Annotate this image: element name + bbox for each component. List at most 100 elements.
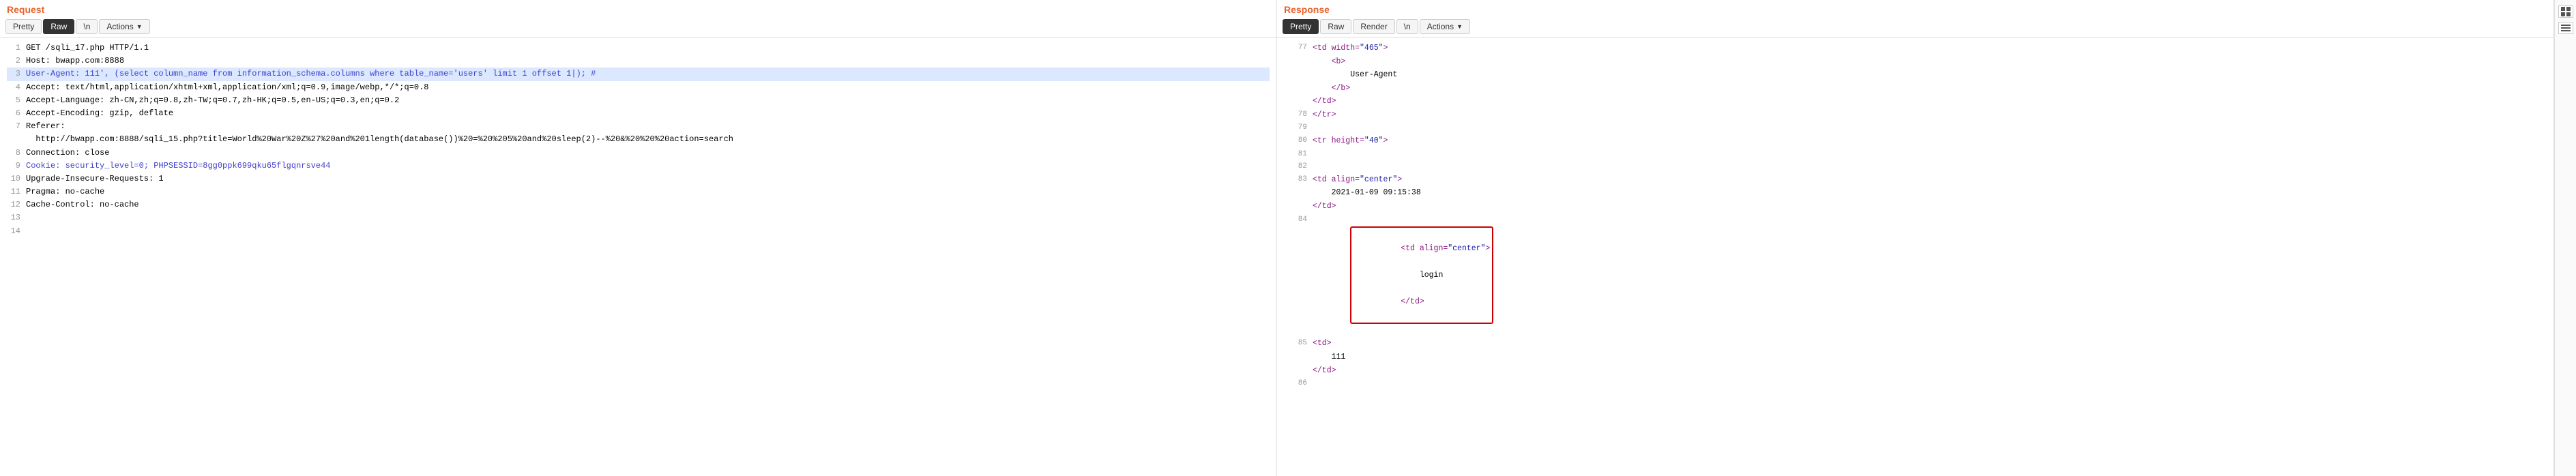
line-text: Accept: text/html,application/xhtml+xml,… bbox=[26, 81, 1270, 94]
line-num: 84 bbox=[1285, 213, 1307, 338]
line-num: 81 bbox=[1285, 148, 1307, 161]
line-text bbox=[26, 211, 1270, 224]
tab-raw[interactable]: Raw bbox=[43, 19, 74, 34]
line-content: </tr> bbox=[1313, 108, 2545, 122]
tab-pretty[interactable]: Pretty bbox=[5, 19, 42, 34]
resp-line-78: 78 </tr> bbox=[1284, 108, 2547, 122]
request-toolbar: Pretty Raw \n Actions ▼ bbox=[0, 16, 1276, 38]
line-3: 3 User-Agent: 111', (select column_name … bbox=[7, 68, 1270, 80]
line-num bbox=[1285, 200, 1307, 213]
tag-close: </td> bbox=[1401, 297, 1424, 306]
line-content: </td> bbox=[1313, 200, 2545, 213]
tab-newline[interactable]: \n bbox=[76, 19, 98, 34]
resp-line-77e: </td> bbox=[1284, 95, 2547, 108]
actions-button[interactable]: Actions ▼ bbox=[99, 19, 149, 34]
line-num: 11 bbox=[7, 185, 20, 198]
line-num: 77 bbox=[1285, 42, 1307, 55]
actions-label: Actions bbox=[1427, 22, 1454, 31]
resp-line-85b: 111 bbox=[1284, 351, 2547, 364]
resp-line-80: 80 <tr height="40"> bbox=[1284, 134, 2547, 148]
line-14: 14 bbox=[7, 225, 1270, 238]
line-content bbox=[1313, 377, 2545, 390]
resp-line-85c: </td> bbox=[1284, 364, 2547, 378]
resp-line-84: 84 <td align="center"> login </td> bbox=[1284, 213, 2547, 338]
response-title: Response bbox=[1277, 0, 2553, 16]
resp-line-81: 81 bbox=[1284, 148, 2547, 161]
line-1: 1 GET /sqli_17.php HTTP/1.1 bbox=[7, 42, 1270, 55]
line-text: Host: bwapp.com:8888 bbox=[26, 55, 1270, 68]
line-num bbox=[1285, 55, 1307, 69]
line-text: GET /sqli_17.php HTTP/1.1 bbox=[26, 42, 1270, 55]
line-5: 5 Accept-Language: zh-CN,zh;q=0.8,zh-TW;… bbox=[7, 94, 1270, 107]
response-toolbar: Pretty Raw Render \n Actions ▼ bbox=[1277, 16, 2553, 38]
line-num: 13 bbox=[7, 211, 20, 224]
line-num bbox=[1285, 186, 1307, 200]
tab-pretty[interactable]: Pretty bbox=[1283, 19, 1319, 34]
line-num: 9 bbox=[7, 160, 20, 173]
line-11: 11 Pragma: no-cache bbox=[7, 185, 1270, 198]
grid-view-button[interactable] bbox=[2558, 5, 2573, 18]
resp-line-82: 82 bbox=[1284, 160, 2547, 173]
line-num bbox=[1285, 364, 1307, 378]
line-num bbox=[1285, 95, 1307, 108]
chevron-down-icon: ▼ bbox=[136, 23, 143, 30]
line-num bbox=[1285, 68, 1307, 82]
line-text: http://bwapp.com:8888/sqli_15.php?title=… bbox=[26, 133, 1270, 146]
line-num: 10 bbox=[7, 173, 20, 185]
line-num: 3 bbox=[7, 68, 20, 80]
line-text: Upgrade-Insecure-Requests: 1 bbox=[26, 173, 1270, 185]
list-icon bbox=[2561, 25, 2571, 31]
line-content: </td> bbox=[1313, 95, 2545, 108]
line-text: Accept-Encoding: gzip, deflate bbox=[26, 107, 1270, 120]
line-num: 8 bbox=[7, 147, 20, 160]
resp-line-83b: 2021-01-09 09:15:38 bbox=[1284, 186, 2547, 200]
tab-raw[interactable]: Raw bbox=[1320, 19, 1351, 34]
line-8: 8 Connection: close bbox=[7, 147, 1270, 160]
line-6: 6 Accept-Encoding: gzip, deflate bbox=[7, 107, 1270, 120]
line-content: <td width="465"> bbox=[1313, 42, 2545, 55]
tag-text: <td align="center"> bbox=[1401, 244, 1490, 253]
line-content: User-Agent bbox=[1313, 68, 2545, 82]
highlight-box: <td align="center"> login </td> bbox=[1350, 226, 1493, 324]
line-content: </b> bbox=[1313, 82, 2545, 95]
resp-line-77: 77 <td width="465"> bbox=[1284, 42, 2547, 55]
line-2: 2 Host: bwapp.com:8888 bbox=[7, 55, 1270, 68]
resp-line-79: 79 bbox=[1284, 121, 2547, 134]
line-7: 7 Referer: bbox=[7, 120, 1270, 133]
line-content bbox=[1313, 148, 2545, 161]
line-content: <td> bbox=[1313, 337, 2545, 351]
resp-line-86: 86 bbox=[1284, 377, 2547, 390]
line-content: 111 bbox=[1313, 351, 2545, 364]
line-num: 85 bbox=[1285, 337, 1307, 351]
chevron-down-icon: ▼ bbox=[1457, 23, 1463, 30]
line-text: Connection: close bbox=[26, 147, 1270, 160]
line-13: 13 bbox=[7, 211, 1270, 224]
response-panel: Response Pretty Raw Render \n Actions ▼ … bbox=[1277, 0, 2554, 476]
grid-icon bbox=[2561, 7, 2571, 16]
line-4: 4 Accept: text/html,application/xhtml+xm… bbox=[7, 81, 1270, 94]
line-num: 4 bbox=[7, 81, 20, 94]
request-content: 1 GET /sqli_17.php HTTP/1.1 2 Host: bwap… bbox=[0, 38, 1276, 476]
resp-line-77b: <b> bbox=[1284, 55, 2547, 69]
resp-line-77d: </b> bbox=[1284, 82, 2547, 95]
line-12: 12 Cache-Control: no-cache bbox=[7, 198, 1270, 211]
line-text: Referer: bbox=[26, 120, 1270, 133]
line-num: 2 bbox=[7, 55, 20, 68]
tab-newline[interactable]: \n bbox=[1396, 19, 1418, 34]
line-content bbox=[1313, 160, 2545, 173]
line-content: </td> bbox=[1313, 364, 2545, 378]
line-num: 83 bbox=[1285, 173, 1307, 187]
resp-line-77c: User-Agent bbox=[1284, 68, 2547, 82]
list-view-button[interactable] bbox=[2558, 22, 2573, 34]
actions-button[interactable]: Actions ▼ bbox=[1420, 19, 1470, 34]
line-num: 6 bbox=[7, 107, 20, 120]
response-content: 77 <td width="465"> <b> User-Agent </b> … bbox=[1277, 38, 2553, 476]
line-num: 12 bbox=[7, 198, 20, 211]
line-content: <b> bbox=[1313, 55, 2545, 69]
line-text: Cookie: security_level=0; PHPSESSID=8gg0… bbox=[26, 160, 1270, 173]
line-text bbox=[26, 225, 1270, 238]
line-content: 2021-01-09 09:15:38 bbox=[1313, 186, 2545, 200]
tab-render[interactable]: Render bbox=[1353, 19, 1394, 34]
line-text: Cache-Control: no-cache bbox=[26, 198, 1270, 211]
line-referer-url: http://bwapp.com:8888/sqli_15.php?title=… bbox=[7, 133, 1270, 146]
